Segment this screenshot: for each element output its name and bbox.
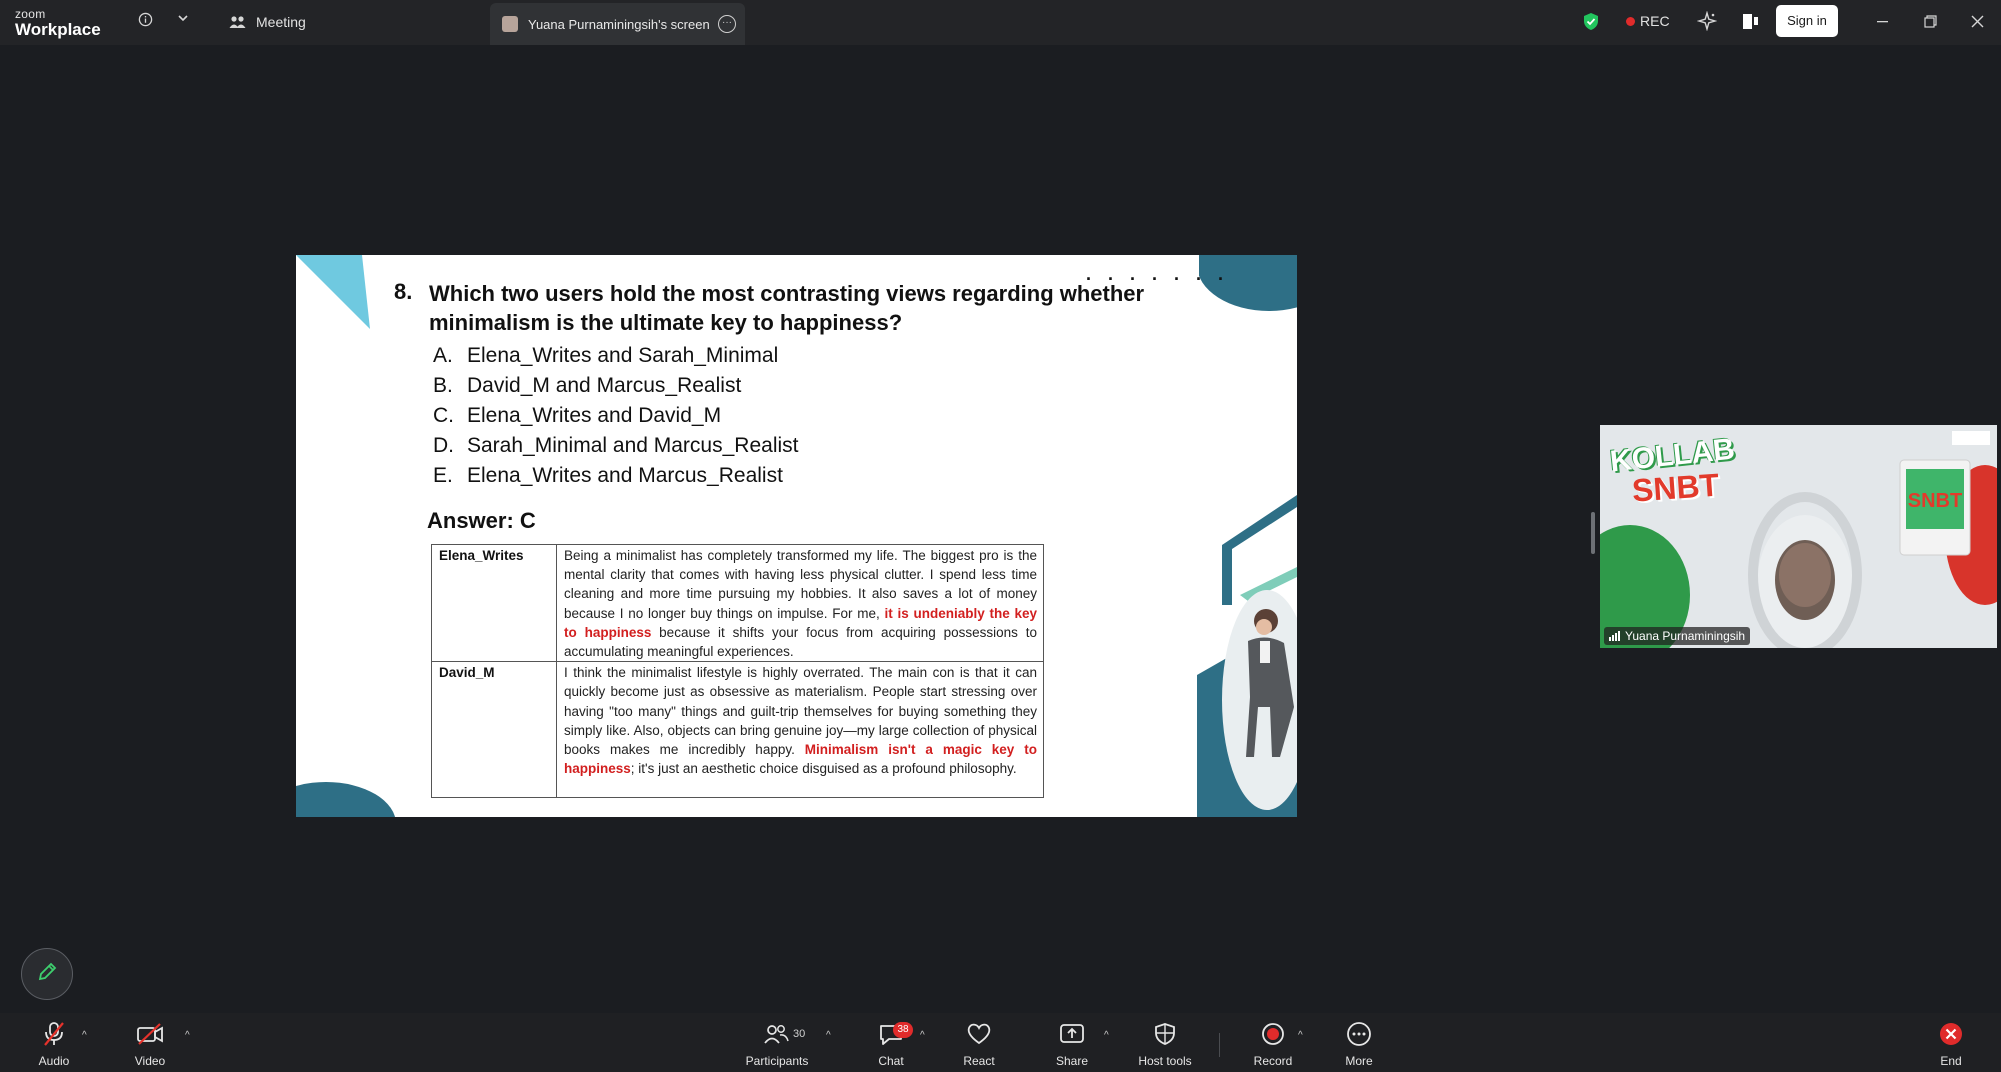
audio-label: Audio [38,1054,70,1068]
businesswoman-photo [1246,609,1294,757]
screen-share-tab[interactable]: Yuana Purnaminingsih's screen ··· [490,3,745,45]
option-a: A. Elena_Writes and Sarah_Minimal [433,344,779,367]
toolbar-divider [1219,1033,1220,1057]
end-icon [1936,1021,1966,1047]
zoom-logo: zoom Workplace [15,8,101,38]
react-label: React [963,1054,995,1068]
chat-unread-badge: 38 [893,1022,913,1038]
participants-button[interactable]: Participants [742,1013,812,1072]
question-number: 8. [394,279,413,304]
info-icon[interactable] [137,11,153,27]
minimize-icon[interactable] [1874,12,1890,30]
meeting-label: Meeting [256,14,306,30]
chat-options-caret-icon[interactable]: ^ [920,1030,925,1041]
post-text: Being a minimalist has completely transf… [556,543,1044,663]
post-username: David_M [431,661,557,799]
record-label: Record [1253,1054,1293,1068]
chat-label: Chat [878,1054,904,1068]
rec-indicator[interactable]: REC [1640,13,1670,29]
banner-word2: SNBT [1630,466,1721,509]
post-text: I think the minimalist lifestyle is high… [556,661,1044,799]
shared-screen-slide: . . . . . . . 8. Which two users hold th… [296,255,1297,817]
participants-count: 30 [793,1028,806,1040]
option-e: E. Elena_Writes and Marcus_Realist [433,464,783,487]
more-label: More [1345,1054,1373,1068]
share-options-caret-icon[interactable]: ^ [1104,1030,1109,1041]
heart-icon [964,1021,994,1047]
shield-icon [1150,1021,1180,1047]
top-bar: zoom Workplace Meeting Yuana Purnamining… [0,0,2001,45]
audio-options-caret-icon[interactable]: ^ [82,1030,87,1041]
record-icon [1258,1021,1288,1047]
annotate-pen-button[interactable] [21,948,73,1000]
end-meeting-button[interactable]: End [1926,1013,1976,1072]
video-off-icon [135,1021,165,1047]
more-dots-icon [1344,1021,1374,1047]
video-label: Video [134,1054,166,1068]
participants-options-caret-icon[interactable]: ^ [826,1030,831,1041]
logo-line2: Workplace [15,20,101,39]
answer-label: Answer: C [427,508,536,533]
answer-options: A. Elena_Writes and Sarah_Minimal B. David… [433,341,798,491]
sharer-avatar [502,16,518,32]
host-tools-button[interactable]: Host tools [1130,1013,1200,1072]
logo-line1: zoom [15,7,46,21]
muted-microphone-icon [39,1021,69,1047]
video-button[interactable]: Video [125,1013,175,1072]
meeting-tab[interactable]: Meeting [226,10,316,34]
close-icon[interactable] [1969,12,1985,30]
record-options-caret-icon[interactable]: ^ [1298,1030,1303,1041]
option-b: B. David_M and Marcus_Realist [433,374,742,397]
participant-video-tile[interactable]: SNBT KOLLAB SNBT Yuana Purnaminingsih [1600,425,1997,648]
restore-icon[interactable] [1922,12,1938,30]
participants-icon [761,1021,791,1047]
apps-panel-icon[interactable] [1740,11,1760,31]
participants-group-icon [228,13,246,31]
participant-name-tag: Yuana Purnaminingsih [1604,627,1751,645]
video-options-caret-icon[interactable]: ^ [185,1030,190,1041]
sign-in-button[interactable]: Sign in [1776,5,1838,37]
record-button[interactable]: Record [1248,1013,1298,1072]
slide-bottom-left-shape [296,782,396,817]
audio-button[interactable]: Audio [28,1013,80,1072]
end-label: End [1940,1054,1962,1068]
option-d: D. Sarah_Minimal and Marcus_Realist [433,434,799,457]
question-text: Which two users hold the most contrastin… [429,281,1145,335]
post-username: Elena_Writes [431,543,557,663]
react-button[interactable]: React [954,1013,1004,1072]
option-c: C. Elena_Writes and David_M [433,404,722,427]
book-cover-label: SNBT [1908,490,1962,512]
more-button[interactable]: More [1334,1013,1384,1072]
participants-label: Participants [745,1054,809,1068]
chevron-down-icon[interactable] [176,11,190,25]
share-button[interactable]: Share [1047,1013,1097,1072]
forum-posts-table: Elena_Writes Being a minimalist has comp… [431,543,1044,799]
table-row: David_M I think the minimalist lifestyle… [431,661,1044,799]
slide-corner-decoration [296,255,370,329]
pen-icon [36,961,58,988]
share-label: Share [1055,1054,1089,1068]
panel-resize-handle[interactable] [1591,512,1595,554]
recording-dot-icon [1626,17,1635,26]
screen-tab-label: Yuana Purnaminingsih's screen [528,17,710,32]
security-shield-icon[interactable] [1582,11,1600,31]
kollab-banner: KOLLAB SNBT [1609,433,1737,509]
share-screen-icon [1057,1021,1087,1047]
connection-signal-icon [1609,631,1620,641]
participant-name: Yuana Purnaminingsih [1625,629,1746,643]
table-row: Elena_Writes Being a minimalist has comp… [431,543,1044,663]
meeting-toolbar: Audio ^ Video ^ Participants 30 ^ Chat 3… [0,1013,2001,1072]
host-tools-label: Host tools [1138,1054,1192,1068]
more-options-icon[interactable]: ··· [718,15,736,33]
ai-companion-icon[interactable] [1696,10,1718,32]
